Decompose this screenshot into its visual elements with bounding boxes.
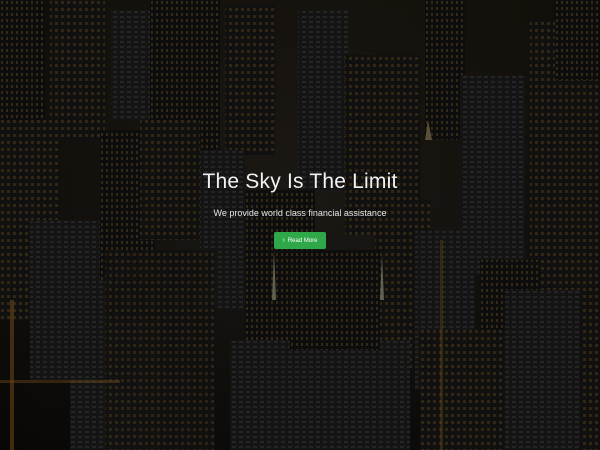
chevron-right-icon: ›: [282, 237, 285, 244]
hero-content: The Sky Is The Limit We provide world cl…: [0, 170, 600, 249]
read-more-button[interactable]: › Read More: [274, 232, 326, 249]
hero-subtitle: We provide world class financial assista…: [213, 208, 387, 218]
hero-title: The Sky Is The Limit: [202, 170, 398, 193]
read-more-label: Read More: [287, 237, 318, 244]
hero-section: The Sky Is The Limit We provide world cl…: [0, 0, 600, 450]
